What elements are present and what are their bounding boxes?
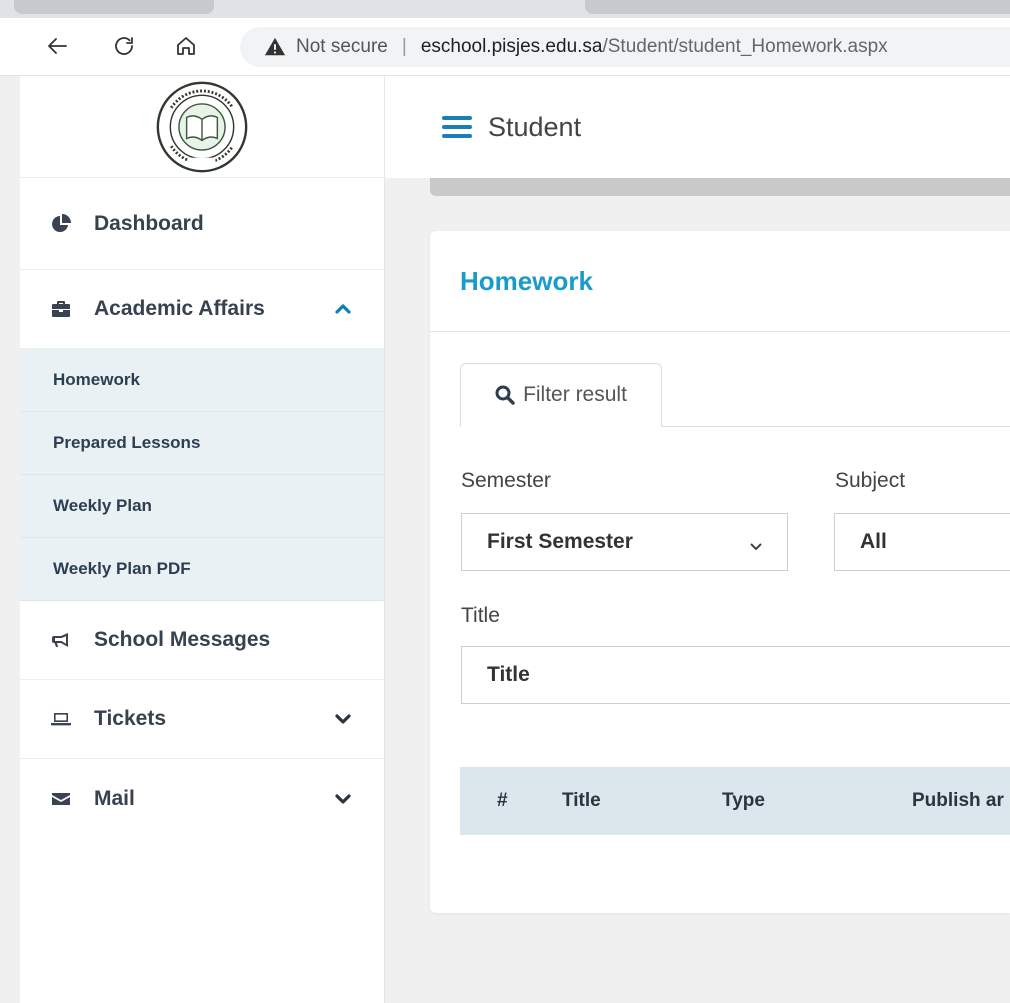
school-logo-area[interactable] <box>20 76 384 178</box>
sidebar-item-label: Dashboard <box>94 211 204 235</box>
column-header-publish[interactable]: Publish ar <box>912 790 1004 812</box>
sidebar-subitem-homework[interactable]: Homework <box>20 349 384 412</box>
browser-tab[interactable] <box>585 0 1010 14</box>
column-header-type[interactable]: Type <box>722 790 765 812</box>
sidebar-subitem-weekly-plan-pdf[interactable]: Weekly Plan PDF <box>20 538 384 601</box>
academic-affairs-submenu: Homework Prepared Lessons Weekly Plan We… <box>20 349 384 601</box>
address-separator: | <box>401 36 407 57</box>
semester-selected-value: First Semester <box>487 530 633 553</box>
envelope-icon <box>48 789 74 809</box>
chevron-up-icon[interactable] <box>334 300 352 318</box>
url-host: eschool.pisjes.edu.sa <box>420 36 603 57</box>
title-input[interactable]: Title <box>461 646 1010 704</box>
arrow-left-icon <box>48 38 67 54</box>
sidebar-item-label: Tickets <box>94 707 166 730</box>
chevron-down-icon[interactable] <box>334 710 352 728</box>
home-button[interactable] <box>166 26 206 66</box>
sidebar-item-label: Mail <box>94 786 135 810</box>
chevron-down-icon <box>749 535 763 551</box>
sidebar-item-dashboard[interactable]: Dashboard <box>20 178 384 270</box>
reload-icon <box>115 37 133 55</box>
sidebar-subitem-weekly-plan[interactable]: Weekly Plan <box>20 475 384 538</box>
subject-label: Subject <box>835 469 906 492</box>
browser-tab-strip <box>0 0 1010 18</box>
reload-button[interactable] <box>104 26 144 66</box>
title-input-placeholder: Title <box>487 663 530 686</box>
search-icon <box>495 385 515 405</box>
url-path: /Student/student_Homework.aspx <box>602 36 888 57</box>
card-header: Homework <box>430 231 1010 332</box>
sidebar: Dashboard Academic Affairs Homework Prep… <box>20 76 385 1003</box>
sidebar-item-label: Academic Affairs <box>94 297 265 320</box>
browser-tab[interactable] <box>14 0 214 14</box>
app-root: Dashboard Academic Affairs Homework Prep… <box>20 76 1010 1003</box>
warning-icon <box>264 37 286 56</box>
sidebar-item-label: School Messages <box>94 628 271 651</box>
column-header-title[interactable]: Title <box>562 790 601 812</box>
homework-card: Homework Filter result Semester First Se… <box>430 231 1010 913</box>
megaphone-icon <box>48 630 74 650</box>
sidebar-item-academic-affairs[interactable]: Academic Affairs <box>20 270 384 349</box>
subject-select[interactable]: All <box>834 513 1010 571</box>
semester-label: Semester <box>461 469 551 492</box>
browser-toolbar: Not secure | eschool.pisjes.edu.sa/Stude… <box>0 18 1010 76</box>
sidebar-item-mail[interactable]: Mail <box>20 759 384 838</box>
tab-label: Filter result <box>523 383 627 406</box>
sidebar-subitem-prepared-lessons[interactable]: Prepared Lessons <box>20 412 384 475</box>
sidebar-item-school-messages[interactable]: School Messages <box>20 601 384 680</box>
tab-filter-result[interactable]: Filter result <box>460 363 662 427</box>
school-logo-icon <box>156 81 248 172</box>
home-icon <box>177 37 195 55</box>
top-bar: Student <box>385 76 1010 178</box>
page-title: Student <box>488 111 582 142</box>
chevron-down-icon[interactable] <box>334 790 352 808</box>
homework-table-header: # Title Type Publish ar <box>460 767 1010 835</box>
semester-select[interactable]: First Semester <box>461 513 788 571</box>
back-button[interactable] <box>38 26 78 66</box>
pie-chart-icon <box>48 213 74 234</box>
breadcrumb-bar <box>430 178 1010 196</box>
column-header-number[interactable]: # <box>497 790 508 812</box>
card-title: Homework <box>460 265 593 296</box>
sidebar-item-tickets[interactable]: Tickets <box>20 680 384 759</box>
title-label: Title <box>461 604 500 627</box>
main-content: Student Homework Filter result Semester … <box>385 76 1010 1003</box>
subject-selected-value: All <box>860 530 887 553</box>
filter-tabs: Filter result <box>460 363 1010 427</box>
hamburger-menu-icon[interactable] <box>442 115 472 139</box>
laptop-icon <box>48 709 74 729</box>
briefcase-icon <box>48 299 74 319</box>
not-secure-label[interactable]: Not secure <box>296 36 388 58</box>
address-bar[interactable]: Not secure | eschool.pisjes.edu.sa/Stude… <box>240 27 1010 67</box>
